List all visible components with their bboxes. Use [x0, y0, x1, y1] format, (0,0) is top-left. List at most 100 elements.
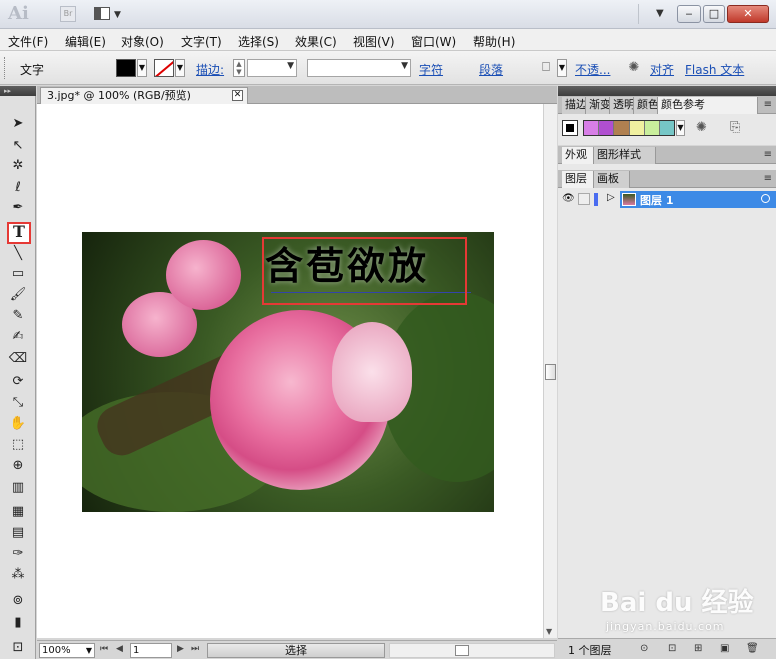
expand-triangle-icon[interactable]: ▷: [607, 192, 615, 203]
eye-icon[interactable]: 👁: [562, 193, 575, 204]
tab-artboards[interactable]: 画板: [594, 171, 630, 188]
tab-gradient[interactable]: 渐变: [586, 97, 610, 114]
panel-menu-icon[interactable]: ≡: [764, 173, 772, 184]
eyedropper-tool-icon[interactable]: ✑: [7, 544, 29, 564]
trash-icon[interactable]: 🗑: [746, 643, 759, 654]
color-swatch[interactable]: [614, 121, 630, 135]
vertical-scrollbar[interactable]: ▼: [543, 104, 557, 638]
paragraph-link[interactable]: 段落: [479, 61, 503, 78]
horizontal-scrollbar[interactable]: [389, 643, 555, 658]
align-link[interactable]: 对齐: [650, 61, 674, 78]
panel-menu-icon[interactable]: ≡: [764, 99, 772, 110]
menu-type[interactable]: 文字(T): [181, 33, 222, 50]
minimize-button[interactable]: ‒: [677, 5, 701, 23]
color-group-swatches[interactable]: [583, 120, 675, 136]
workspace-dropdown-icon[interactable]: ▼: [656, 8, 664, 19]
save-color-group-icon[interactable]: ⎘: [730, 120, 740, 135]
stroke-swatch[interactable]: [154, 59, 174, 77]
maximize-button[interactable]: □: [703, 5, 725, 23]
symbol-sprayer-tool-icon[interactable]: ⊚: [7, 591, 29, 611]
control-bar-grip[interactable]: [4, 57, 8, 79]
selection-tool-icon[interactable]: ➤: [7, 114, 29, 134]
menu-help[interactable]: 帮助(H): [473, 33, 515, 50]
menu-file[interactable]: 文件(F): [8, 33, 48, 50]
gradient-tool-icon[interactable]: ▤: [7, 523, 29, 543]
graph-tool-icon[interactable]: ▥: [7, 478, 29, 498]
document-tab[interactable]: 3.jpg* @ 100% (RGB/预览) ✕: [40, 87, 248, 104]
right-panel-header[interactable]: [558, 86, 776, 96]
tools-panel-header[interactable]: ▸▸: [0, 86, 36, 96]
opacity-link[interactable]: 不透...: [575, 61, 610, 78]
tab-stroke[interactable]: 描边: [562, 97, 586, 114]
menu-select[interactable]: 选择(S): [238, 33, 279, 50]
new-layer-icon[interactable]: ▣: [720, 643, 729, 654]
tab-color-guide[interactable]: 颜色参考: [658, 97, 758, 114]
menu-effect[interactable]: 效果(C): [295, 33, 337, 50]
fill-swatch[interactable]: [116, 59, 136, 77]
menu-view[interactable]: 视图(V): [353, 33, 395, 50]
fill-dropdown[interactable]: ▼: [137, 59, 147, 77]
type-tool-icon[interactable]: T: [7, 222, 31, 244]
scroll-down-icon[interactable]: ▼: [546, 627, 552, 636]
scale-tool-icon[interactable]: ⤡: [7, 393, 29, 413]
tab-layers[interactable]: 图层: [562, 171, 594, 188]
rectangle-tool-icon[interactable]: ▭: [7, 264, 29, 284]
envelope-distort-icon[interactable]: ⎕: [537, 59, 555, 77]
bridge-button[interactable]: Br: [60, 6, 76, 22]
blob-brush-tool-icon[interactable]: ✍: [7, 327, 29, 347]
panel-menu-icon[interactable]: ≡: [764, 149, 772, 160]
locate-object-icon[interactable]: ⊙: [640, 643, 648, 654]
color-swatch[interactable]: [629, 121, 645, 135]
harmony-rules-dropdown[interactable]: ▼: [676, 120, 685, 136]
flash-text-link[interactable]: Flash 文本: [685, 61, 744, 78]
pen-tool-icon[interactable]: ✒: [7, 198, 29, 218]
menu-edit[interactable]: 编辑(E): [65, 33, 106, 50]
stroke-weight-input[interactable]: ▼: [247, 59, 297, 77]
free-transform-tool-icon[interactable]: ⬚: [7, 435, 29, 455]
tab-appearance[interactable]: 外观: [562, 147, 594, 164]
status-tool-field[interactable]: 选择: [207, 643, 385, 658]
direct-selection-tool-icon[interactable]: ↖: [7, 136, 29, 156]
close-icon[interactable]: ✕: [232, 90, 243, 101]
tab-transparency[interactable]: 透明: [610, 97, 634, 114]
tab-color[interactable]: 颜色: [634, 97, 658, 114]
paintbrush-tool-icon[interactable]: 🖌: [7, 285, 29, 305]
stroke-dropdown[interactable]: ▼: [175, 59, 185, 77]
rotate-tool-icon[interactable]: ⟳: [7, 372, 29, 392]
next-artboard-icon[interactable]: ▶: [177, 644, 184, 654]
lock-toggle[interactable]: [578, 193, 590, 205]
menu-window[interactable]: 窗口(W): [411, 33, 456, 50]
recolor-artwork-icon[interactable]: ✺: [696, 120, 707, 135]
base-color-swatch[interactable]: [562, 120, 578, 136]
warp-tool-icon[interactable]: ✋: [7, 414, 29, 434]
color-swatch[interactable]: [659, 121, 675, 135]
blend-tool-icon[interactable]: ⁂: [7, 565, 29, 585]
tab-graphic-styles[interactable]: 图形样式: [594, 147, 656, 164]
line-tool-icon[interactable]: ╲: [7, 244, 29, 264]
shape-builder-tool-icon[interactable]: ⊕: [7, 456, 29, 476]
distort-dropdown[interactable]: ▼: [557, 59, 567, 77]
pencil-tool-icon[interactable]: ✎: [7, 306, 29, 326]
stroke-label[interactable]: 描边:: [196, 61, 224, 78]
new-sublayer-icon[interactable]: ⊞: [694, 643, 702, 654]
zoom-field[interactable]: 100% ▼: [39, 643, 95, 658]
layer-selected-row[interactable]: 图层 1: [620, 191, 776, 208]
font-family-input[interactable]: ▼: [307, 59, 411, 77]
mesh-tool-icon[interactable]: ▦: [7, 502, 29, 522]
last-artboard-icon[interactable]: ⏭: [191, 644, 199, 654]
color-swatch[interactable]: [644, 121, 660, 135]
artboard-tool-icon[interactable]: ⊡: [7, 638, 29, 658]
column-graph-tool-icon[interactable]: ▮: [7, 613, 29, 633]
color-swatch[interactable]: [584, 121, 600, 135]
horizontal-scroll-thumb[interactable]: [455, 645, 469, 656]
lasso-tool-icon[interactable]: ℓ: [7, 178, 29, 198]
first-artboard-icon[interactable]: ⏮: [100, 644, 108, 654]
clipping-mask-icon[interactable]: ⊡: [668, 643, 676, 654]
magic-wand-tool-icon[interactable]: ✲: [7, 156, 29, 176]
vertical-scroll-thumb[interactable]: [545, 364, 556, 380]
close-button[interactable]: ✕: [727, 5, 769, 23]
character-link[interactable]: 字符: [419, 61, 443, 78]
target-icon[interactable]: [761, 194, 770, 203]
previous-artboard-icon[interactable]: ◀: [116, 644, 123, 654]
stroke-stepper[interactable]: ▲ ▼: [233, 59, 245, 77]
